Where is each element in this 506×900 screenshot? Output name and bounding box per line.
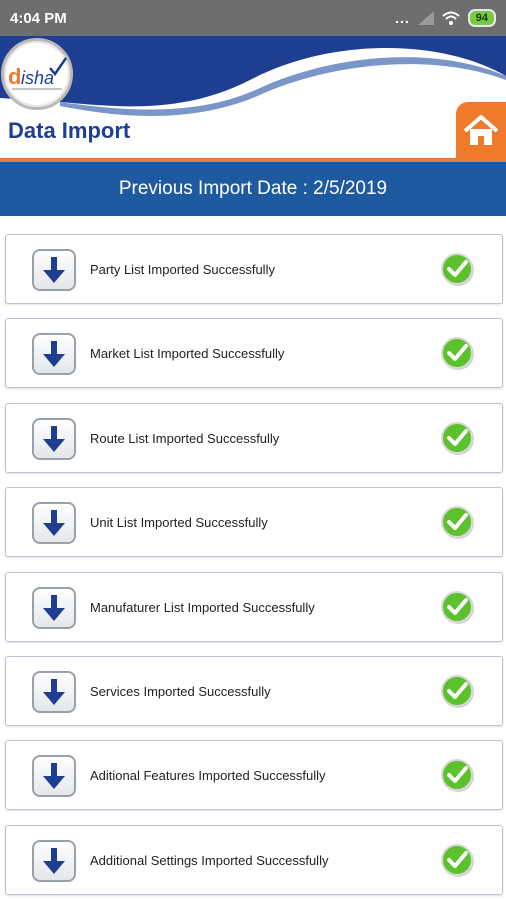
import-status-label: Party List Imported Successfully [90,262,275,277]
svg-text:d: d [8,64,21,89]
success-check-icon [440,758,476,794]
battery-indicator: 94 [467,9,496,27]
previous-import-date: Previous Import Date : 2/5/2019 [118,178,388,199]
success-check-icon [440,843,476,879]
success-check-icon [440,252,476,288]
import-status-label: Additional Settings Imported Successfull… [90,852,329,868]
import-item[interactable]: Aditional Features Imported Successfully [5,740,503,811]
download-icon[interactable] [32,755,76,798]
download-icon[interactable] [32,671,76,713]
success-check-icon [440,590,476,626]
disha-logo-mark: d isha [8,57,68,90]
download-icon[interactable] [32,839,76,882]
download-icon[interactable] [32,502,76,545]
import-status-label: Manufaturer List Imported Successfully [90,599,315,615]
import-status-label: Route List Imported Successfully [90,430,280,446]
home-button[interactable] [456,102,506,160]
import-status-label: Aditional Features Imported Successfully [90,768,326,784]
success-check-icon [440,674,476,710]
more-notifications-icon: ... [395,10,410,26]
import-status-label: Services Imported Successfully [90,684,271,699]
previous-import-banner: Previous Import Date : 2/5/2019 [0,162,506,216]
import-status-label: Market List Imported Successfully [90,346,285,362]
import-item[interactable]: Manufaturer List Imported Successfully [5,571,503,642]
home-icon [463,115,499,145]
status-time: 4:04 PM [10,9,67,27]
import-item[interactable]: Unit List Imported Successfully [5,487,503,558]
download-icon[interactable] [32,249,76,291]
success-check-icon [440,336,476,372]
svg-text:isha: isha [21,68,54,88]
success-check-icon [440,421,476,457]
success-check-icon [440,505,476,541]
import-status-label: Unit List Imported Successfully [90,515,268,531]
import-item[interactable]: Market List Imported Successfully [5,318,503,389]
app-header: d isha Data Import [0,36,506,160]
page-title: Data Import [8,118,131,143]
status-icons: ... 94 [395,9,496,27]
import-item[interactable]: Route List Imported Successfully [5,402,503,473]
wifi-icon [442,11,460,25]
download-icon[interactable] [32,333,76,376]
download-icon[interactable] [32,586,76,629]
disha-logo: d isha [1,38,73,110]
import-item[interactable]: Additional Settings Imported Successfull… [5,824,503,895]
download-icon[interactable] [32,417,76,460]
signal-icon [417,11,434,25]
import-item[interactable]: Services Imported Successfully [5,656,503,726]
status-bar: 4:04 PM ... 94 [0,0,506,36]
import-item[interactable]: Party List Imported Successfully [5,234,503,304]
